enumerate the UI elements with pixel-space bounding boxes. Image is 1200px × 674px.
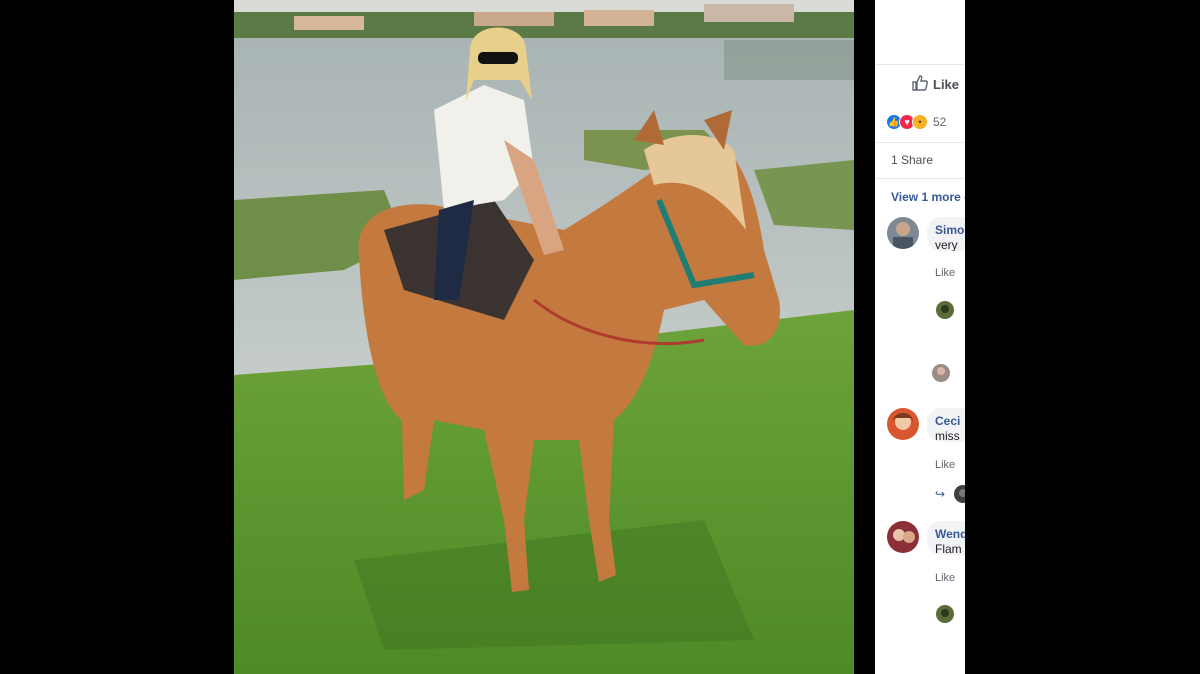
view-more-comments-link[interactable]: View 1 more c [891,190,965,204]
avatar[interactable] [887,521,919,553]
avatar[interactable] [936,605,954,623]
comment-bubble: Simo very [927,217,965,251]
post-actions-row: Like [875,64,965,105]
thumbs-up-icon [911,74,929,95]
comment-text: very [935,238,958,251]
post-side-panel: Like 👍 ♥ • 52 1 Share View 1 more c Simo… [875,0,965,674]
avatar[interactable] [887,408,919,440]
like-button[interactable]: Like [911,74,959,95]
comment-like-link[interactable]: Like [935,572,955,584]
comment-text: Flam [935,542,962,555]
post-photo[interactable] [234,0,854,674]
avatar[interactable] [932,364,950,382]
comment-bubble: Wend Flam [927,521,965,555]
divider [875,142,965,143]
divider [875,178,965,179]
avatar[interactable] [954,485,965,503]
comment-like-link[interactable]: Like [935,459,955,471]
wow-reaction-icon: • [912,114,928,130]
avatar[interactable] [887,217,919,249]
comment-text: miss [935,429,960,442]
comment-bubble: Ceci miss [927,408,965,442]
like-label: Like [933,77,960,92]
avatar[interactable] [936,301,954,319]
horse-photo-image [234,0,854,674]
comment-author[interactable]: Ceci [935,414,965,429]
reactions-summary[interactable]: 👍 ♥ • 52 [886,114,946,130]
share-count-link[interactable]: 1 Share [891,153,933,167]
comment-like-link[interactable]: Like [935,267,955,279]
reply-arrow-icon: ↪ [935,487,946,501]
comment-author[interactable]: Simo [935,223,965,238]
reaction-count: 52 [933,115,947,129]
comment-author[interactable]: Wend [935,527,965,542]
